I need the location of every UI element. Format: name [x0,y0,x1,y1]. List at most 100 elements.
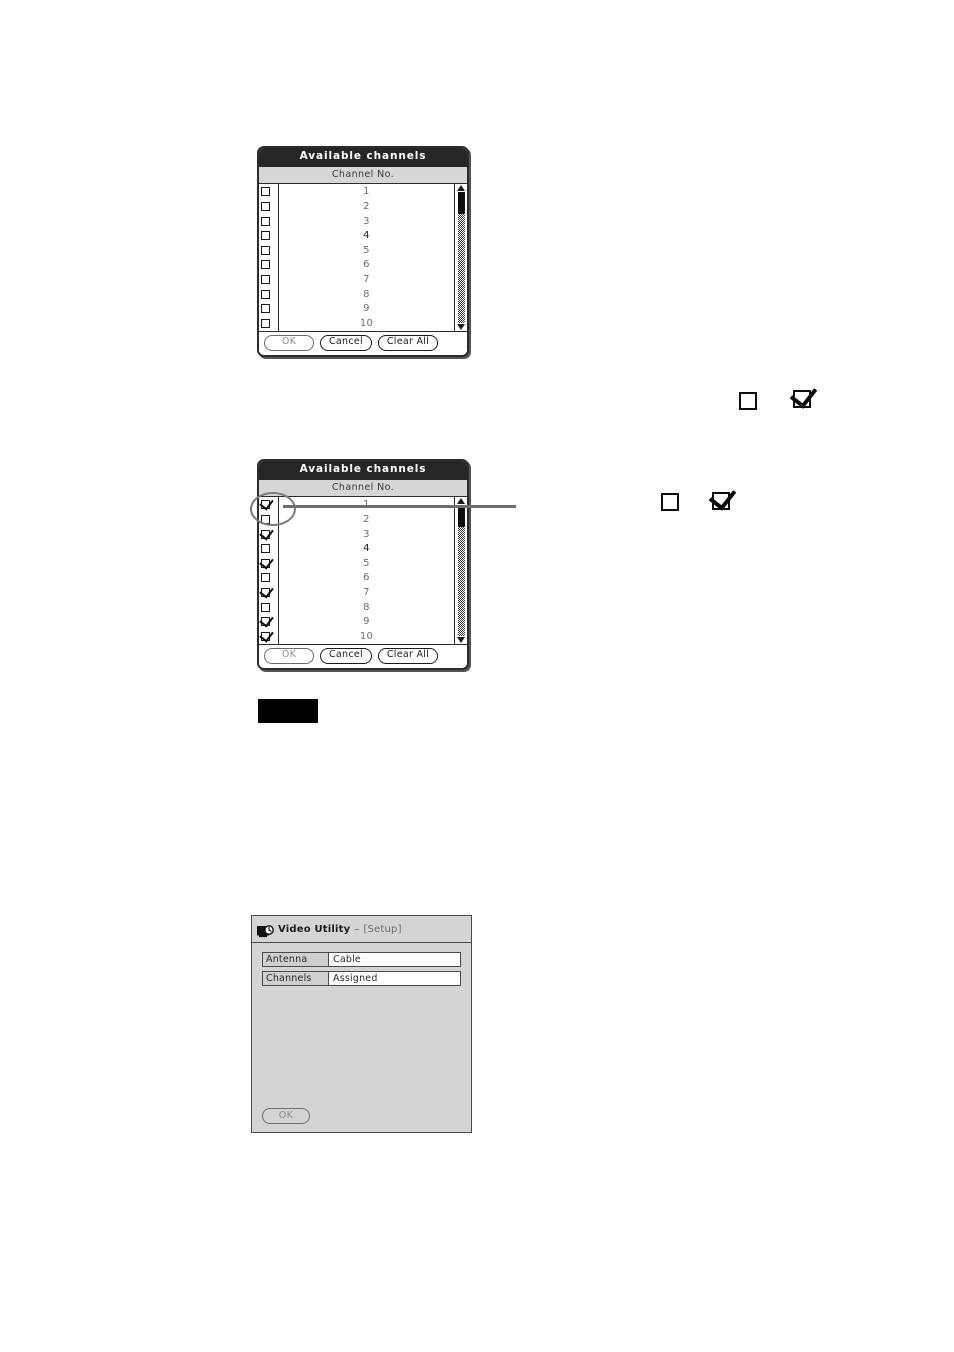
channels-field-label: Channels [263,972,329,985]
channel-number-label: 8 [363,288,370,300]
checkbox-checked-icon[interactable] [261,558,270,568]
checkbox-empty-icon[interactable] [261,216,270,226]
checkbox-checked-icon[interactable] [261,617,270,627]
triangle-up-icon[interactable] [457,497,465,504]
vertical-scrollbar[interactable] [454,183,467,332]
video-utility-window[interactable]: Video Utility – [Setup] Antenna Cable Ch… [251,915,472,1133]
channel-row-checkbox-cell[interactable] [261,258,278,273]
channels-field-value[interactable]: Assigned [329,972,460,985]
triangle-down-icon[interactable] [457,324,465,331]
channel-number-label: 1 [363,186,370,198]
channel-row-checkbox-cell[interactable] [261,214,278,229]
checkbox-empty-icon[interactable] [261,245,270,255]
available-channels-dialog-checked[interactable]: Available channels Channel No. 123456789… [257,459,469,671]
checkbox-empty-icon[interactable] [261,304,270,314]
checkbox-empty-icon [661,493,679,511]
checkbox-empty-icon[interactable] [261,231,270,241]
redaction-block [258,699,318,723]
channel-number-label: 7 [363,273,370,285]
channel-number-label: 7 [363,586,370,598]
column-header: Channel No. [259,479,467,497]
checkbox-empty-icon[interactable] [261,201,270,211]
channel-number-label: 2 [363,200,370,212]
checkbox-empty-icon[interactable] [261,318,270,328]
checkbox-checked-icon [789,380,818,409]
checkbox-empty-icon [739,392,757,410]
window-content: Antenna Cable Channels Assigned [252,943,471,986]
clear-all-button[interactable]: Clear All [378,648,438,665]
available-channels-dialog-unchecked[interactable]: Available channels Channel No. 1 2 3 4 5 6 7 8 9… [257,146,469,358]
ok-button[interactable]: OK [262,1108,310,1124]
window-title: Video Utility [278,923,351,935]
cancel-button[interactable]: Cancel [320,648,372,665]
channel-row-checkbox-cell[interactable] [261,301,278,316]
window-subtitle: [Setup] [363,923,402,935]
ok-button[interactable]: OK [264,335,314,352]
channel-number-column: 12345678910 [279,497,454,645]
channel-row-checkbox-cell[interactable] [261,571,278,586]
channel-row-checkbox-cell[interactable] [261,316,278,331]
checkbox-checked-icon [708,482,737,511]
channel-number-label: 6 [363,572,370,584]
channel-row-checkbox-cell[interactable] [261,272,278,287]
channel-row-checkbox-cell[interactable] [261,614,278,629]
scrollbar-track[interactable] [457,191,465,324]
title-separator: – [354,923,360,935]
channel-number-label: 8 [363,601,370,613]
channel-row-checkbox-cell[interactable] [261,556,278,571]
scrollbar-thumb[interactable] [457,191,465,214]
scrollbar-thumb[interactable] [457,504,465,527]
channel-row-checkbox-cell[interactable] [261,527,278,542]
checkbox-empty-icon[interactable] [261,289,270,299]
triangle-up-icon[interactable] [457,184,465,191]
channel-number-label: 3 [363,528,370,540]
channel-row-checkbox-cell[interactable] [261,600,278,615]
scrollbar-track[interactable] [457,504,465,637]
channel-row-checkbox-cell[interactable] [261,185,278,200]
checkbox-empty-icon[interactable] [261,602,270,612]
video-utility-icon [257,923,274,937]
channel-number-label: 5 [363,244,370,256]
channel-number-label: 4 [363,230,370,242]
checkbox-checked-icon[interactable] [261,631,270,641]
column-header: Channel No. [259,166,467,184]
dialog-button-bar: OK Cancel Clear All [259,332,467,356]
channel-row-checkbox-cell[interactable] [261,541,278,556]
window-titlebar: Video Utility – [Setup] [252,916,471,943]
triangle-down-icon[interactable] [457,637,465,644]
vertical-scrollbar[interactable] [454,496,467,645]
clear-all-button[interactable]: Clear All [378,335,438,352]
channel-row-checkbox-cell[interactable] [261,228,278,243]
cancel-button[interactable]: Cancel [320,335,372,352]
checkbox-column[interactable] [259,183,279,332]
channel-row-checkbox-cell[interactable] [261,243,278,258]
checkbox-checked-icon[interactable] [261,587,270,597]
checkbox-empty-icon[interactable] [261,187,270,197]
callout-leader-line [283,505,516,508]
channel-number-label: 5 [363,557,370,569]
antenna-field-row[interactable]: Antenna Cable [262,952,461,967]
ok-button[interactable]: OK [264,648,314,665]
channel-number-label: 10 [359,630,374,642]
window-footer: OK [262,1108,310,1124]
channel-row-checkbox-cell[interactable] [261,585,278,600]
channel-number-label: 4 [363,543,370,555]
dialog-button-bar: OK Cancel Clear All [259,645,467,669]
callout-ellipse [250,492,296,526]
channel-row-checkbox-cell[interactable] [261,287,278,302]
dialog-title: Available channels [259,461,467,480]
channel-number-label: 3 [363,215,370,227]
channel-number-label: 9 [363,616,370,628]
channel-list[interactable]: 1 2 3 4 5 6 7 8 9 10 [259,183,467,333]
antenna-field-value[interactable]: Cable [329,953,460,966]
channel-number-label: 9 [363,303,370,315]
channel-row-checkbox-cell[interactable] [261,629,278,644]
checkbox-checked-icon[interactable] [261,529,270,539]
channel-number-label: 6 [363,259,370,271]
checkbox-empty-icon[interactable] [261,544,270,554]
checkbox-empty-icon[interactable] [261,274,270,284]
channels-field-row[interactable]: Channels Assigned [262,971,461,986]
checkbox-empty-icon[interactable] [261,573,270,583]
channel-row-checkbox-cell[interactable] [261,199,278,214]
checkbox-empty-icon[interactable] [261,260,270,270]
